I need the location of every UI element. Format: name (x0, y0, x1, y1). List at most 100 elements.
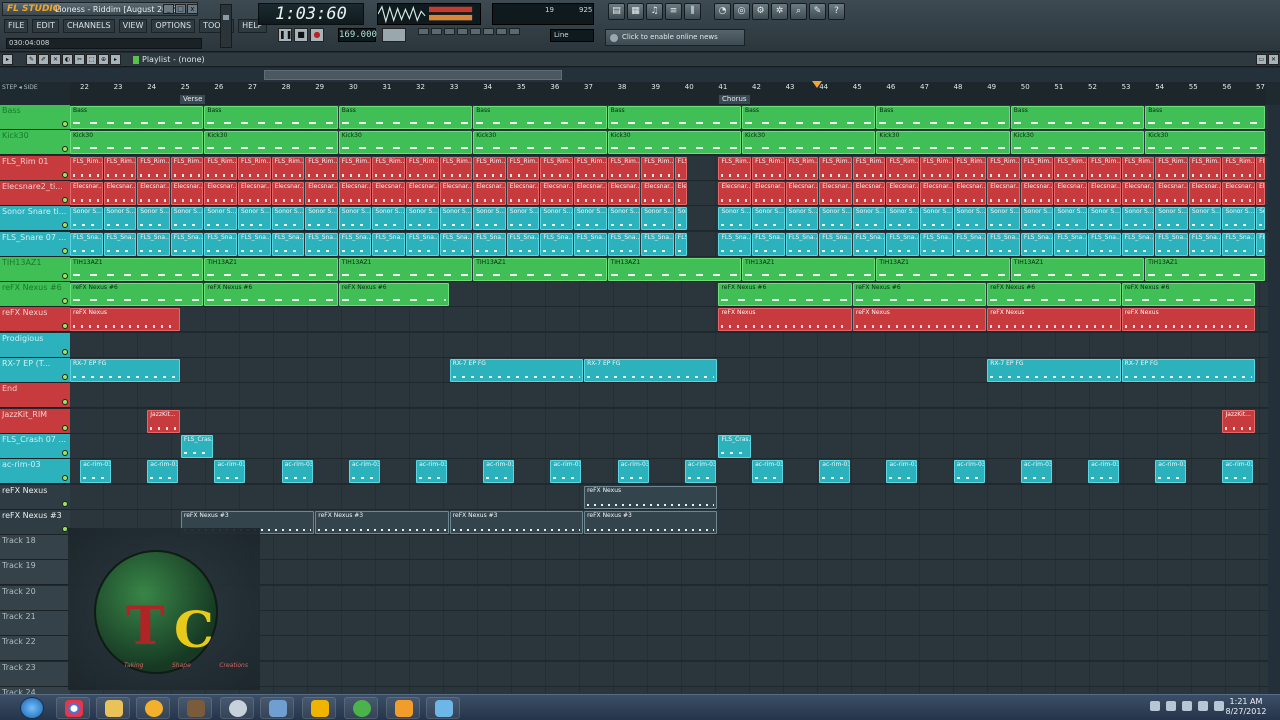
pattern-clip[interactable]: Kick30 (70, 131, 204, 155)
pattern-clip[interactable]: FLS_Sna... (137, 232, 170, 256)
pattern-clip[interactable]: FLS_Rim... (70, 156, 103, 180)
pattern-clip[interactable]: Elecsnar... (1256, 181, 1266, 205)
pattern-clip[interactable]: Sonor S... (1188, 207, 1222, 231)
pattern-clip[interactable]: ac-rim-03 (80, 460, 111, 484)
pattern-clip[interactable]: FLS_Rim... (372, 156, 405, 180)
track-header[interactable]: Track 19 (0, 560, 70, 586)
pattern-clip[interactable]: FLS_Rim... (540, 156, 573, 180)
pattern-clip[interactable]: Sonor S... (506, 207, 540, 231)
pattern-clip[interactable]: Elecsnar... (607, 181, 641, 205)
track-header[interactable]: FLS_Snare 07 ... (0, 231, 70, 257)
pattern-clip[interactable]: FLS_Rim... (674, 156, 688, 180)
pattern-clip[interactable]: Elecsnar... (674, 181, 688, 205)
pattern-clip[interactable]: Sonor S... (204, 207, 237, 231)
pattern-clip[interactable]: Sonor S... (439, 207, 473, 231)
track-lane[interactable]: Sonor S... Sonor S... Sonor S... Sonor S...… (70, 206, 1268, 232)
menu-channels[interactable]: CHANNELS (62, 19, 115, 33)
track-mute-led[interactable] (62, 222, 68, 229)
pattern-clip[interactable]: FLS_Rim... (473, 156, 506, 180)
marker-chorus[interactable]: Chorus (719, 95, 750, 104)
pattern-clip[interactable]: FLS_Rim... (819, 156, 852, 180)
pattern-clip[interactable]: Sonor S... (785, 207, 819, 231)
track-lane[interactable]: FLS_Sna... FLS_Sna... FLS_Sna... FLS_Sna...… (70, 231, 1268, 257)
track-lane[interactable] (70, 383, 1268, 409)
select-tool-icon[interactable]: ⬚ (86, 54, 97, 65)
pattern-clip[interactable]: Sonor S... (1155, 207, 1188, 231)
pattern-clip[interactable]: Elecsnar... (540, 181, 573, 205)
track-lane[interactable]: JazzKit... JazzKit... (70, 408, 1268, 434)
zoom-tool-icon[interactable]: ⊕ (98, 54, 109, 65)
pattern-clip[interactable]: Kick30 (742, 131, 876, 155)
minimize-button[interactable]: _ (163, 4, 174, 14)
pattern-clip[interactable]: Elecsnar... (1155, 181, 1188, 205)
pattern-clip[interactable]: TIH13AZ1 (473, 257, 607, 281)
pattern-clip[interactable]: FLS_Sna... (674, 232, 688, 256)
pattern-clip[interactable]: reFX Nexus #6 (852, 283, 987, 307)
pattern-clip[interactable]: Sonor S... (238, 207, 271, 231)
pattern-clip[interactable]: Elecsnar... (170, 181, 204, 205)
help-icon[interactable]: ? (828, 3, 845, 20)
option-toggle[interactable] (470, 28, 481, 35)
pattern-clip[interactable]: TIH13AZ1 (876, 257, 1010, 281)
playhead-marker[interactable] (812, 81, 822, 88)
menu-view[interactable]: VIEW (118, 19, 148, 33)
close-button[interactable]: x (187, 4, 198, 14)
step-sequencer-icon[interactable]: ▦ (627, 3, 644, 20)
pattern-clip[interactable]: FLS_Rim... (953, 156, 987, 180)
track-lane[interactable]: reFX Nexus #6 reFX Nexus #6 reFX Nexus #6 r… (70, 282, 1268, 308)
pattern-clip[interactable]: Sonor S... (752, 207, 785, 231)
taskbar-app-9[interactable] (386, 697, 420, 719)
pattern-clip[interactable]: FLS_Rim... (607, 156, 641, 180)
pattern-clip[interactable]: Elecsnar... (1222, 181, 1256, 205)
playlist-icon[interactable]: ▤ (608, 3, 625, 20)
notes-icon[interactable]: ✎ (809, 3, 826, 20)
pattern-clip[interactable]: Kick30 (1010, 131, 1145, 155)
pattern-clip[interactable]: reFX Nexus #6 (338, 283, 449, 307)
pattern-clip[interactable]: Bass (473, 106, 607, 129)
pattern-clip[interactable]: FLS_Sna... (305, 232, 338, 256)
pattern-clip[interactable]: FLS_Rim... (238, 156, 271, 180)
pattern-clip[interactable]: Elecsnar... (987, 181, 1020, 205)
pattern-clip[interactable]: Elecsnar... (204, 181, 237, 205)
pattern-clip[interactable]: Elecsnar... (137, 181, 170, 205)
pattern-clip[interactable]: TIH13AZ1 (1010, 257, 1145, 281)
pattern-clip[interactable]: FLS_Cras... (718, 434, 752, 458)
system-clock[interactable]: 1:21 AM 8/27/2012 (1222, 697, 1270, 717)
pattern-clip[interactable]: Sonor S... (406, 207, 439, 231)
pattern-clip[interactable]: FLS_Sna... (607, 232, 641, 256)
track-header[interactable]: Track 21 (0, 611, 70, 636)
option-toggle[interactable] (483, 28, 494, 35)
track-mute-led[interactable] (62, 348, 68, 355)
track-header[interactable]: RX-7 EP (T... (0, 358, 70, 383)
track-header[interactable]: ac-rim-03 (0, 459, 70, 485)
pattern-clip[interactable]: RX-7 EP FG (987, 359, 1121, 382)
delete-tool-icon[interactable]: ✕ (50, 54, 61, 65)
pattern-clip[interactable]: Sonor S... (1222, 207, 1256, 231)
pattern-clip[interactable]: Sonor S... (641, 207, 674, 231)
pattern-clip[interactable]: reFX Nexus (987, 308, 1121, 332)
track-header[interactable]: reFX Nexus #6 (0, 282, 70, 308)
track-header[interactable]: Kick30 (0, 130, 70, 156)
pattern-clip[interactable]: FLS_Rim... (718, 156, 752, 180)
scrollbar-thumb[interactable] (264, 70, 562, 80)
pattern-clip[interactable]: FLS_Rim... (305, 156, 338, 180)
pattern-clip[interactable]: FLS_Rim... (641, 156, 674, 180)
pattern-clip[interactable]: Kick30 (338, 131, 473, 155)
taskbar-app-7[interactable] (302, 697, 336, 719)
pattern-clip[interactable]: FLS_Rim... (1222, 156, 1256, 180)
pattern-clip[interactable]: FLS_Rim... (574, 156, 607, 180)
pattern-clip[interactable]: FLS_Sna... (953, 232, 987, 256)
pattern-clip[interactable]: FLS_Rim... (1155, 156, 1188, 180)
pattern-clip[interactable]: Sonor S... (607, 207, 641, 231)
pattern-clip[interactable]: FLS_Sna... (987, 232, 1020, 256)
pattern-clip[interactable]: FLS_Rim... (103, 156, 137, 180)
track-header[interactable]: Track 20 (0, 585, 70, 611)
pattern-clip[interactable]: RX-7 EP FG (449, 359, 584, 382)
pattern-clip[interactable]: FLS_Rim... (1020, 156, 1054, 180)
track-header[interactable]: FLS_Rim 01 (0, 155, 70, 181)
pattern-clip[interactable]: Elecsnar... (819, 181, 852, 205)
pattern-clip[interactable]: Sonor S... (886, 207, 920, 231)
playlist-close-icon[interactable]: ✕ (1268, 54, 1279, 65)
track-lane[interactable]: Bass Bass Bass Bass Bass Bass Bass Bass Bass (70, 105, 1268, 130)
pattern-clip[interactable]: Elecsnar... (953, 181, 987, 205)
